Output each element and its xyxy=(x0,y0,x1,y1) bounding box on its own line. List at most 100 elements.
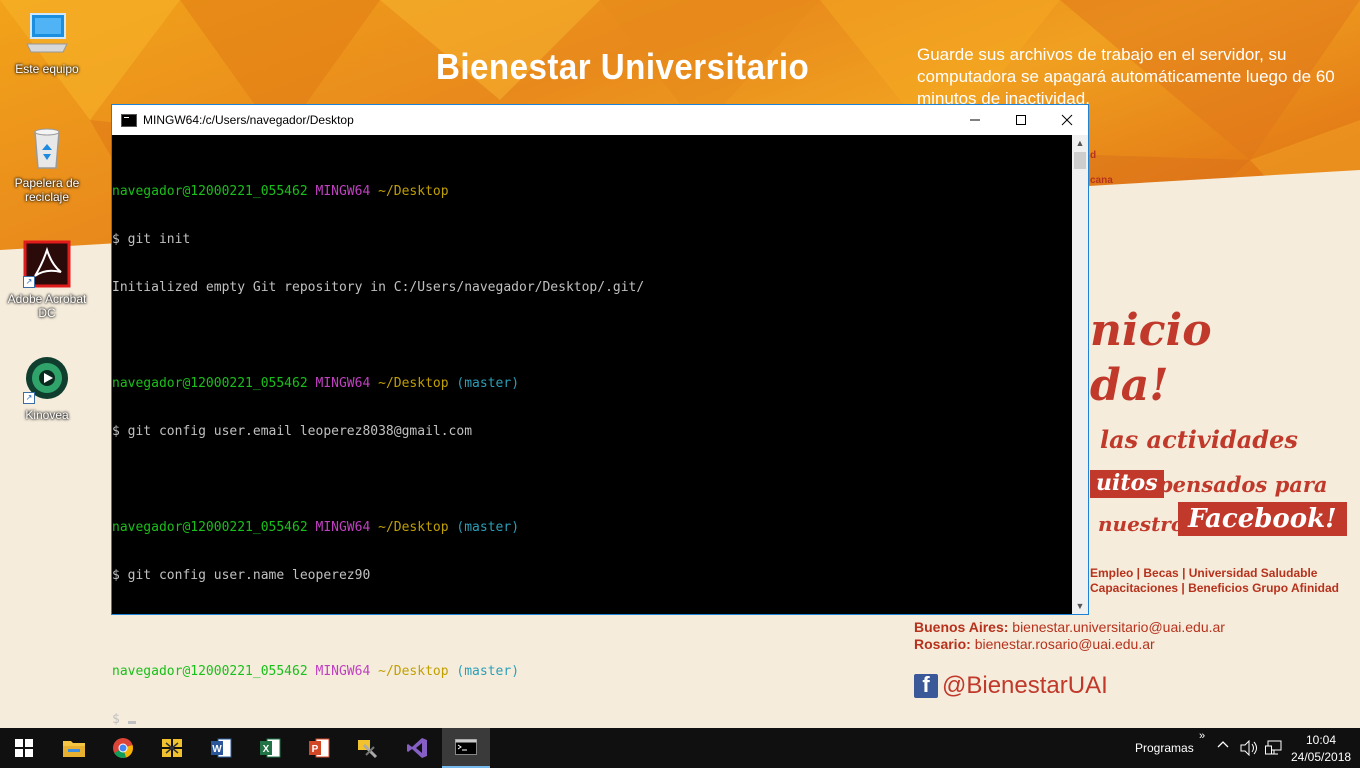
prompt-branch: (master) xyxy=(456,376,520,391)
scroll-down-icon[interactable]: ▼ xyxy=(1072,598,1088,614)
scroll-up-icon[interactable]: ▲ xyxy=(1072,135,1088,151)
chrome-icon xyxy=(113,738,133,758)
prompt-branch: (master) xyxy=(456,664,520,679)
prompt-env: MINGW64 xyxy=(315,376,371,391)
input-line[interactable]: $ xyxy=(112,712,1072,728)
svg-text:P: P xyxy=(312,744,319,755)
prompt-path: ~/Desktop xyxy=(378,520,449,535)
prompt-user: navegador@12000221_055462 xyxy=(112,376,308,391)
wallpaper-script-text: nicio xyxy=(1090,305,1212,356)
shortcut-arrow-icon: ↗ xyxy=(23,392,35,404)
start-button[interactable] xyxy=(0,728,48,768)
wallpaper-fragment: cana xyxy=(1090,175,1113,186)
minimize-icon xyxy=(970,119,980,121)
show-hidden-icons[interactable] xyxy=(1217,738,1229,753)
prompt-path: ~/Desktop xyxy=(378,376,449,391)
terminal-output[interactable]: navegador@12000221_055462 MINGW64 ~/Desk… xyxy=(112,152,1072,727)
taskbar-visual-studio[interactable] xyxy=(393,728,441,768)
file-explorer-icon xyxy=(63,741,85,757)
command-line: $ git config user.email leoperez8038@gma… xyxy=(112,424,473,439)
wallpaper-fragment: d xyxy=(1090,150,1097,161)
input-prompt: $ xyxy=(112,712,128,727)
command-line: $ git init xyxy=(112,232,191,247)
chevron-up-icon xyxy=(1217,741,1229,748)
taskbar-file-explorer[interactable] xyxy=(50,728,98,768)
desktop-icon-label: Este equipo xyxy=(15,62,79,76)
kinovea-icon: ↗ xyxy=(23,356,71,404)
desktop-icon-papelera[interactable]: Papelera de reciclaje xyxy=(2,124,92,204)
toolbar-label[interactable]: Programas xyxy=(1135,741,1194,755)
maximize-icon xyxy=(1016,115,1026,125)
maximize-button[interactable] xyxy=(998,105,1044,135)
terminal-window[interactable]: MINGW64:/c/Users/navegador/Desktop naveg… xyxy=(111,104,1089,727)
wallpaper-script-text: las actividades xyxy=(1100,425,1298,454)
volume-icon[interactable] xyxy=(1240,739,1258,759)
window-title: MINGW64:/c/Users/navegador/Desktop xyxy=(143,113,354,127)
taskbar-terminal[interactable] xyxy=(442,728,490,768)
taskbar-chrome[interactable] xyxy=(99,728,147,768)
wallpaper-title: Bienestar Universitario xyxy=(436,46,810,87)
recycle-bin-icon xyxy=(23,124,71,172)
desktop-icon-kinovea[interactable]: ↗ Kinovea xyxy=(2,356,92,422)
clock-date[interactable]: 24/05/2018 xyxy=(1291,750,1351,764)
desktop-icon-este-equipo[interactable]: Este equipo xyxy=(2,10,92,76)
prompt-branch: (master) xyxy=(456,520,520,535)
shortcut-arrow-icon: ↗ xyxy=(23,276,35,288)
console-app-icon[interactable] xyxy=(121,113,137,127)
prompt-env: MINGW64 xyxy=(315,520,371,535)
computer-icon xyxy=(23,10,71,58)
close-icon xyxy=(1061,114,1073,126)
wallpaper-script-text: pensados para xyxy=(1158,472,1328,497)
app-icon xyxy=(162,739,182,757)
svg-text:W: W xyxy=(212,744,222,755)
text-cursor xyxy=(127,721,136,724)
network-icon[interactable] xyxy=(1265,740,1283,759)
taskbar-powerpoint[interactable]: P xyxy=(295,728,343,768)
prompt-env: MINGW64 xyxy=(315,184,371,199)
excel-icon: X xyxy=(260,738,281,758)
prompt-user: navegador@12000221_055462 xyxy=(112,520,308,535)
ethernet-icon xyxy=(1265,740,1282,755)
command-line: $ git config user.name leoperez90 xyxy=(112,568,371,583)
prompt-line: navegador@12000221_055462 MINGW64 ~/Desk… xyxy=(112,520,1072,536)
speaker-icon xyxy=(1240,739,1257,757)
output-line: Initialized empty Git repository in C:/U… xyxy=(112,280,645,295)
wallpaper-links-line: Empleo | Becas | Universidad Saludable xyxy=(1090,566,1318,580)
desktop-icon-label: Papelera de reciclaje xyxy=(14,176,80,204)
wallpaper-notice: Guarde sus archivos de trabajo en el ser… xyxy=(917,45,1335,108)
prompt-line: navegador@12000221_055462 MINGW64 ~/Desk… xyxy=(112,376,1072,392)
minimize-button[interactable] xyxy=(952,105,998,135)
prompt-path: ~/Desktop xyxy=(378,184,449,199)
terminal-titlebar[interactable]: MINGW64:/c/Users/navegador/Desktop xyxy=(112,105,1088,135)
toolbar-chevron-icon[interactable]: » xyxy=(1199,730,1205,742)
word-icon: W xyxy=(211,738,232,758)
prompt-env: MINGW64 xyxy=(315,664,371,679)
close-button[interactable] xyxy=(1044,105,1090,135)
taskbar-tools[interactable] xyxy=(344,728,392,768)
vertical-scrollbar[interactable]: ▲ ▼ xyxy=(1072,135,1088,614)
prompt-user: navegador@12000221_055462 xyxy=(112,184,308,199)
desktop-icon-label: Adobe Acrobat DC xyxy=(7,292,87,320)
tools-icon xyxy=(358,740,378,759)
wallpaper-links-line: Capacitaciones | Beneficios Grupo Afinid… xyxy=(1090,581,1339,595)
visual-studio-icon xyxy=(407,738,427,758)
clock-time[interactable]: 10:04 xyxy=(1306,733,1336,747)
svg-text:X: X xyxy=(263,744,270,755)
prompt-line: navegador@12000221_055462 MINGW64 ~/Desk… xyxy=(112,184,1072,200)
taskbar-excel[interactable]: X xyxy=(246,728,294,768)
prompt-path: ~/Desktop xyxy=(378,664,449,679)
taskbar-app[interactable] xyxy=(148,728,196,768)
wallpaper-script-text: nuestro xyxy=(1098,512,1185,536)
taskbar: W X P Programas » 10:04 24/05/2018 xyxy=(0,728,1360,768)
acrobat-icon: ↗ xyxy=(23,240,71,288)
desktop-icon-acrobat[interactable]: ↗ Adobe Acrobat DC xyxy=(2,240,92,320)
taskbar-word[interactable]: W xyxy=(197,728,245,768)
windows-logo-icon xyxy=(15,739,33,757)
prompt-line: navegador@12000221_055462 MINGW64 ~/Desk… xyxy=(112,664,1072,680)
wallpaper-links: Empleo | Becas | Universidad Saludable C… xyxy=(1090,566,1339,596)
scrollbar-thumb[interactable] xyxy=(1074,152,1086,169)
wallpaper-script-highlight: uitos xyxy=(1090,470,1164,498)
desktop-icon-label: Kinovea xyxy=(25,408,69,422)
wallpaper-facebook-highlight: Facebook! xyxy=(1178,502,1347,536)
terminal-icon xyxy=(455,739,477,755)
